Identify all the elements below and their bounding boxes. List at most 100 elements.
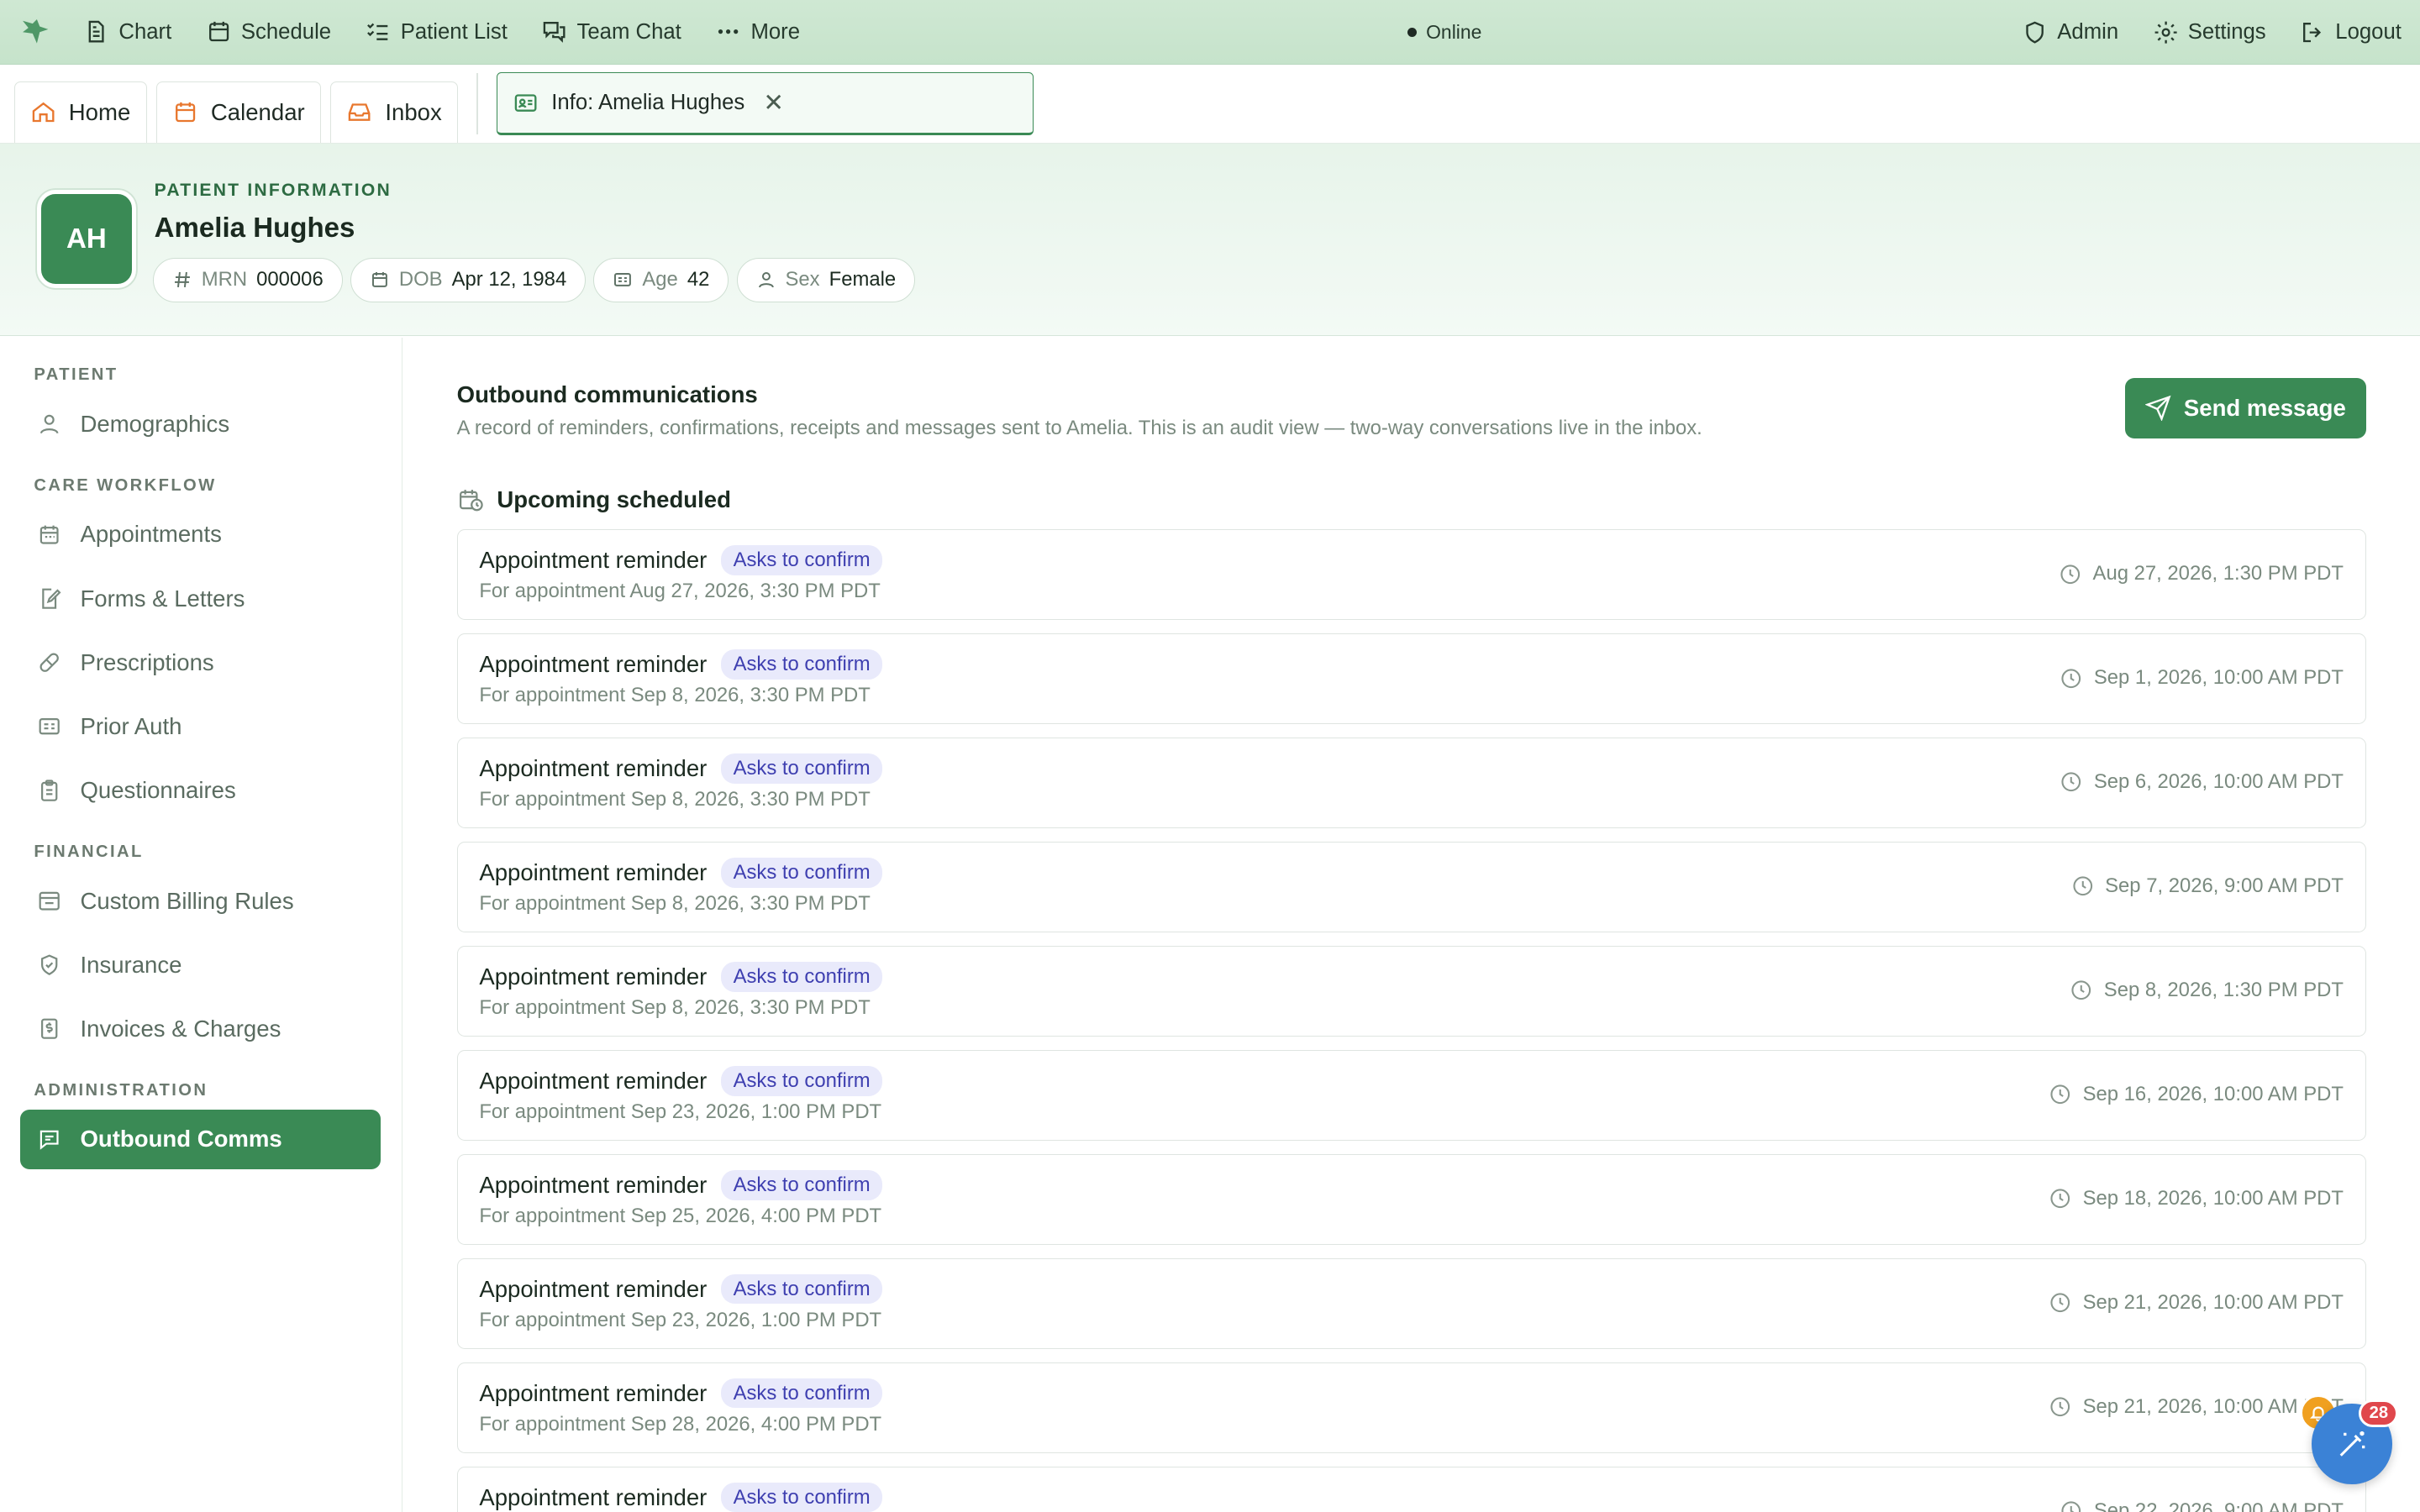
sidebar-item-label: Forms & Letters xyxy=(80,585,245,612)
tab-patient-info-label: Info: Amelia Hughes xyxy=(551,90,745,114)
list-item[interactable]: Appointment reminder Asks to confirm For a… xyxy=(456,737,2366,829)
shield-check-icon xyxy=(41,954,58,976)
row-title-text: Appointment reminder xyxy=(479,1483,708,1510)
chip-dob: DOB Apr 12, 1984 xyxy=(350,257,587,302)
row-scheduled-time: Sep 7, 2026, 9:00 AM PDT xyxy=(2071,843,2344,931)
tab-inbox[interactable]: Inbox xyxy=(330,81,459,144)
row-subtitle: For appointment Aug 27, 2026, 3:30 PM PD… xyxy=(479,579,881,602)
list-item[interactable]: Appointment reminder Asks to confirm For a… xyxy=(456,945,2366,1037)
row-subtitle: For appointment Sep 28, 2026, 4:00 PM PD… xyxy=(479,1412,882,1436)
clock-icon xyxy=(2061,668,2081,688)
patient-name: Amelia Hughes xyxy=(154,213,355,244)
chip-sex: Sex Female xyxy=(736,257,916,302)
nav-admin-label: Admin xyxy=(2057,20,2119,45)
row-title: Appointment reminder Asks to confirm xyxy=(479,545,883,575)
status-badge: Asks to confirm xyxy=(720,1170,883,1200)
nav-patient-list[interactable]: Patient List xyxy=(365,18,508,45)
row-title-text: Appointment reminder xyxy=(479,754,708,781)
list-item[interactable]: Appointment reminder Asks to confirm For a… xyxy=(456,1049,2366,1142)
status-badge: Asks to confirm xyxy=(720,1483,883,1512)
tab-calendar[interactable]: Calendar xyxy=(155,81,322,144)
nav-more[interactable]: More xyxy=(715,18,800,45)
list-item[interactable]: Appointment reminder Asks to confirm For a… xyxy=(456,841,2366,933)
sidebar-item-appointments[interactable]: Appointments xyxy=(0,505,402,565)
nav-team-chat-label: Team Chat xyxy=(576,19,681,44)
patient-header: AH PATIENT INFORMATION Amelia Hughes MRN… xyxy=(0,143,2420,337)
status-badge: Asks to confirm xyxy=(720,858,883,888)
calendar-clock-icon xyxy=(459,489,483,511)
edit-document-icon xyxy=(42,588,61,609)
tab-home-label: Home xyxy=(68,99,131,126)
chip-age: Age 42 xyxy=(593,257,729,302)
sidebar-item-custom-billing-rules[interactable]: Custom Billing Rules xyxy=(0,871,402,932)
nav-team-chat[interactable]: Team Chat xyxy=(541,18,681,45)
sidebar-item-forms-letters[interactable]: Forms & Letters xyxy=(0,569,402,629)
patient-section-label: PATIENT INFORMATION xyxy=(154,180,392,200)
tab-calendar-label: Calendar xyxy=(210,99,305,126)
page-title: Outbound communications xyxy=(456,381,758,407)
nav-chart[interactable]: Chart xyxy=(83,18,171,45)
sidebar-item-prior-auth[interactable]: Prior Auth xyxy=(0,696,402,757)
sidebar-item-demographics[interactable]: Demographics xyxy=(0,394,402,454)
send-message-button[interactable]: Send message xyxy=(2125,377,2366,438)
list-item[interactable]: Appointment reminder Asks to confirm Sep 2… xyxy=(456,1466,2366,1512)
id-card-icon xyxy=(515,94,537,112)
user-icon xyxy=(39,415,59,434)
row-title-text: Appointment reminder xyxy=(479,1379,708,1406)
nav-settings[interactable]: Settings xyxy=(2153,19,2266,45)
row-scheduled-time: Sep 21, 2026, 10:00 AM PDT xyxy=(2049,1259,2344,1347)
sidebar-item-label: Prescriptions xyxy=(80,648,214,675)
nav-chart-label: Chart xyxy=(118,19,172,44)
inbox-icon xyxy=(349,103,371,122)
chip-dob-key: DOB xyxy=(398,268,443,291)
clock-icon xyxy=(2050,1397,2070,1417)
row-subtitle: For appointment Sep 8, 2026, 3:30 PM PDT xyxy=(479,995,871,1019)
tab-patient-info[interactable]: Info: Amelia Hughes ✕ xyxy=(496,71,1034,136)
row-title: Appointment reminder Asks to confirm xyxy=(479,1274,883,1305)
row-title: Appointment reminder Asks to confirm xyxy=(479,1483,883,1512)
nav-logout[interactable]: Logout xyxy=(2300,19,2402,45)
sidebar: PATIENT Demographics CARE WORKFLOW Appoi… xyxy=(0,338,403,1512)
nav-patient-list-label: Patient List xyxy=(400,19,508,44)
nav-schedule[interactable]: Schedule xyxy=(206,18,331,45)
calendar-icon xyxy=(371,272,387,288)
row-title: Appointment reminder Asks to confirm xyxy=(479,649,883,680)
clock-icon xyxy=(2061,772,2081,792)
row-scheduled-time: Sep 18, 2026, 10:00 AM PDT xyxy=(2049,1155,2344,1243)
user-icon xyxy=(758,272,774,288)
chip-age-key: Age xyxy=(642,268,678,291)
patient-chips: MRN 000006 DOB Apr 12, 1984 Age 42 Sex F… xyxy=(152,257,916,302)
sidebar-item-invoices-charges[interactable]: Invoices & Charges xyxy=(0,999,402,1059)
row-scheduled-time: Sep 16, 2026, 10:00 AM PDT xyxy=(2049,1051,2344,1139)
list-item[interactable]: Appointment reminder Asks to confirm For a… xyxy=(456,528,2366,621)
magic-wand-icon xyxy=(2339,1431,2365,1457)
list-item[interactable]: Appointment reminder Asks to confirm For a… xyxy=(456,1362,2366,1454)
list-item[interactable]: Appointment reminder Asks to confirm For a… xyxy=(456,1153,2366,1246)
scheduled-list: Appointment reminder Asks to confirm For a… xyxy=(456,528,2366,1512)
sidebar-item-insurance[interactable]: Insurance xyxy=(0,935,402,995)
sidebar-item-label: Prior Auth xyxy=(80,713,182,740)
list-check-icon xyxy=(367,24,388,41)
list-item[interactable]: Appointment reminder Asks to confirm For a… xyxy=(456,1257,2366,1350)
chip-dob-value: Apr 12, 1984 xyxy=(451,268,567,291)
calendar-icon xyxy=(208,22,229,42)
row-subtitle: For appointment Sep 8, 2026, 3:30 PM PDT xyxy=(479,891,871,915)
sidebar-item-outbound-comms[interactable]: Outbound Comms xyxy=(19,1109,381,1170)
status-badge: Asks to confirm xyxy=(720,545,883,575)
section-title: Upcoming scheduled xyxy=(497,486,731,513)
clock-icon xyxy=(2050,1084,2070,1105)
app-logo-icon[interactable] xyxy=(18,13,55,50)
close-icon[interactable]: ✕ xyxy=(763,88,784,118)
chip-age-value: 42 xyxy=(687,268,710,291)
sidebar-item-prescriptions[interactable]: Prescriptions xyxy=(0,633,402,693)
clock-icon xyxy=(2061,1501,2081,1512)
row-subtitle: For appointment Sep 8, 2026, 3:30 PM PDT xyxy=(479,683,871,706)
list-item[interactable]: Appointment reminder Asks to confirm For a… xyxy=(456,633,2366,725)
tab-home[interactable]: Home xyxy=(13,81,147,144)
sidebar-item-questionnaires[interactable]: Questionnaires xyxy=(0,760,402,821)
sidebar-item-label: Custom Billing Rules xyxy=(80,887,294,914)
chip-sex-key: Sex xyxy=(785,268,820,291)
nav-admin[interactable]: Admin xyxy=(2022,19,2118,45)
row-time-text: Aug 27, 2026, 1:30 PM PDT xyxy=(2092,562,2344,585)
id-card-icon xyxy=(39,718,60,735)
